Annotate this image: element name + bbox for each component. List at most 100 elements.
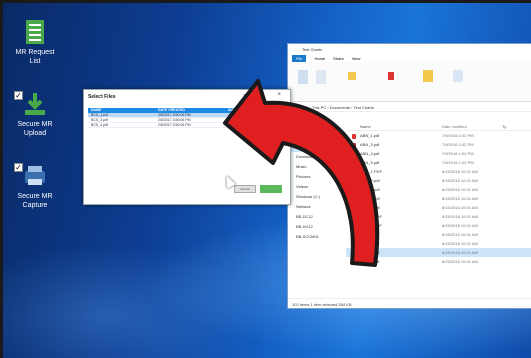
file-date: 8/15/2016 10:01 AM [442,196,478,201]
nav-item[interactable]: Windows (C:) [288,192,340,202]
tab-view[interactable]: View [352,56,361,61]
file-row[interactable]: AHD_3.pdf 8/15/2016 10:01 AM [346,185,531,194]
file-row[interactable]: BCS_3.pdf 8/15/2016 10:01 AM [346,239,531,248]
up-arrow-icon[interactable]: ⬆ [274,112,282,123]
file-name: ABN_1.pdf [346,133,442,139]
file-row[interactable]: BCS_4.pdf 8/15/2016 10:01 AM [346,248,531,257]
explorer-title: Test Charts [302,47,323,52]
spreadsheet-icon [22,19,48,45]
table-row[interactable]: BCS_4.pdf 2/8/2017 3:50:06 PM 141,184 [88,123,268,128]
nav-item-selected[interactable]: Documents [288,142,340,152]
desktop-icon-label: Secure MR Capture [17,193,53,209]
file-date: 8/15/2016 10:01 AM [442,241,478,246]
file-row[interactable]: AHD_1.PDF 8/15/2016 10:01 AM [346,167,531,176]
column-date-modified[interactable]: Date modified [442,124,502,129]
file-row[interactable]: AHD_5.pdf 8/15/2016 10:01 AM [346,203,531,212]
file-row[interactable]: BCS_2.pdf 8/15/2016 10:01 AM [346,230,531,239]
nav-item[interactable]: BB-SCCM01 [288,232,340,242]
file-date: 7/9/2016 1:02 PM [442,142,474,147]
status-bar: 102 items 1 item selected 554 KB [288,298,531,308]
cell-size: 141,184 [228,113,241,117]
file-name: AHD_5.pdf [346,205,442,211]
file-name: AHD_4.pdf [346,196,442,202]
cell-date: 2/8/2017 3:50:05 PM [158,113,191,117]
navigation-pane: Quick access Desktop Documents Downloads… [288,122,340,298]
nav-item[interactable]: Downloads [288,152,340,162]
file-name: AHD_2.pdf [346,178,442,184]
file-date: 8/15/2016 10:01 AM [442,187,478,192]
ok-button[interactable] [260,185,282,193]
ribbon-toolbar [288,62,531,102]
column-type[interactable]: Ty [502,124,506,129]
nav-item[interactable]: BB-DC12 [288,212,340,222]
file-list-header: Name Date modified Ty [346,122,531,131]
file-date: 8/15/2016 10:01 AM [442,205,478,210]
scanner-icon: ✓ [14,163,48,189]
cell-name: BCS_1.pdf [91,113,108,117]
tab-share[interactable]: Share [333,56,344,61]
cell-name: BCS_4.pdf [91,123,108,127]
file-row[interactable]: ABN_1.pdf 7/9/2016 1:02 PM [346,131,531,140]
nav-item[interactable]: BB-HV12 [288,222,340,232]
screen-frame: MR Request List ✓ Secure MR Upload ✓ Sec… [0,0,531,358]
file-name: BCS_5.pdf [346,259,442,265]
address-path: This PC › Documents › Test Charts [312,105,374,110]
cancel-button[interactable]: Cancel [234,185,256,193]
file-explorer-window[interactable]: Test Charts File Home Share View This PC… [287,43,531,309]
file-row[interactable]: BCS_5.pdf 8/15/2016 10:01 AM [346,257,531,266]
file-rows: ABN_1.pdf 7/9/2016 1:02 PM ABN_3.pdf 7/9/20… [346,131,531,266]
file-date: 7/9/2016 1:02 PM [442,151,474,156]
nav-item[interactable]: Music [288,162,340,172]
desktop-icon-label: MR Request List [15,49,55,65]
file-row[interactable]: ABN_5.pdf 7/9/2016 1:02 PM [346,158,531,167]
cell-size: 342,888 [228,118,241,122]
desktop-icon-mr-request-list[interactable]: MR Request List [5,19,65,66]
desktop-icon-secure-mr-capture[interactable]: ✓ Secure MR Capture [5,163,65,210]
file-row[interactable]: AHD_2.pdf 8/15/2016 10:01 AM [346,176,531,185]
file-date: 7/9/2016 1:02 PM [442,160,474,165]
file-row[interactable]: AHD_1.PDF 8/15/2016 10:01 AM [346,212,531,221]
file-date: 8/15/2016 10:01 AM [442,250,478,255]
explorer-title-bar: Test Charts [288,44,531,54]
tab-home[interactable]: Home [314,56,325,61]
window-controls[interactable]: – □ × [243,92,287,98]
file-name: BCS_4.pdf [346,250,442,256]
checkbox-icon: ✓ [14,91,23,100]
file-name: AHD_3.pdf [346,187,442,193]
tab-file[interactable]: File [292,54,307,62]
file-row[interactable]: ABN_4.pdf 7/9/2016 1:02 PM [346,149,531,158]
file-row[interactable]: BCS_1.PDF 8/15/2016 10:01 AM [346,221,531,230]
file-list: Name Date modified Ty ABN_1.pdf 7/9/2016 … [346,122,531,298]
select-files-dialog[interactable]: Select Files – □ × ⬆ NAME DATE CREATED S… [83,89,291,205]
nav-item[interactable]: Desktop [288,132,340,142]
file-name: AHD_1.PDF [346,214,442,220]
desktop-icon-secure-mr-upload[interactable]: ✓ Secure MR Upload [5,91,65,138]
cell-size: 141,184 [228,123,241,127]
nav-item[interactable]: Pictures [288,172,340,182]
nav-item[interactable]: Videos [288,182,340,192]
file-row[interactable]: ABN_3.pdf 7/9/2016 1:02 PM [346,140,531,149]
file-name: ABN_3.pdf [346,142,442,148]
file-date: 8/15/2016 10:01 AM [442,223,478,228]
file-date: 8/15/2016 10:01 AM [442,214,478,219]
checkbox-icon: ✓ [14,163,23,172]
nav-item[interactable]: Network [288,202,340,212]
file-name: AHD_1.PDF [346,169,442,175]
file-date: 7/9/2016 1:02 PM [442,133,474,138]
ribbon-tabs: File Home Share View [288,54,531,62]
file-name: ABN_5.pdf [346,160,442,166]
address-bar[interactable]: This PC › Documents › Test Charts [288,102,531,112]
nav-item[interactable]: Quick access [288,122,340,132]
ribbon-icons [298,70,463,84]
wallpaper-light-glow [3,243,263,358]
cell-date: 2/8/2017 3:50:06 PM [158,123,191,127]
cell-date: 2/8/2017 3:50:06 PM [158,118,191,122]
file-date: 8/15/2016 10:01 AM [442,178,478,183]
column-name[interactable]: Name [346,124,442,129]
file-date: 8/15/2016 10:01 AM [442,259,478,264]
file-name: BCS_3.pdf [346,241,442,247]
file-name: ABN_4.pdf [346,151,442,157]
file-date: 8/15/2016 10:01 AM [442,169,478,174]
file-row[interactable]: AHD_4.pdf 8/15/2016 10:01 AM [346,194,531,203]
file-name: BCS_2.pdf [346,232,442,238]
